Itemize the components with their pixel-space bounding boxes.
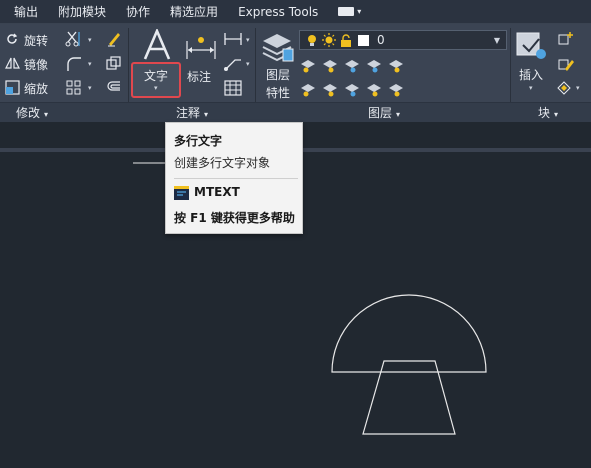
create-block-icon[interactable]: [556, 30, 576, 48]
chevron-down-icon[interactable]: ▾: [529, 84, 533, 92]
chevron-down-icon[interactable]: ▾: [88, 60, 92, 68]
mirror-icon[interactable]: [4, 55, 20, 71]
chevron-down-icon: ▾: [44, 110, 49, 119]
layer-color-swatch: [358, 34, 369, 46]
chevron-down-icon: ▾: [396, 110, 401, 119]
menu-express-tools[interactable]: Express Tools: [228, 0, 328, 24]
modify-panel-title[interactable]: 修改 ▾: [16, 103, 48, 123]
text-button[interactable]: 文字 ▾: [131, 62, 181, 98]
array-icon[interactable]: [64, 79, 84, 97]
annotation-panel-title[interactable]: 注释 ▾: [176, 103, 208, 123]
chevron-down-icon[interactable]: ▾: [88, 36, 92, 44]
linear-dim-icon[interactable]: [222, 30, 244, 48]
rotate-button[interactable]: 旋转: [24, 32, 48, 49]
fillet-icon[interactable]: [64, 55, 84, 73]
chevron-down-icon[interactable]: ▾: [246, 60, 250, 68]
dimension-icon[interactable]: [184, 34, 218, 64]
offset-icon[interactable]: [104, 79, 124, 97]
tooltip-title: 多行文字: [174, 134, 223, 148]
scale-button[interactable]: 缩放: [24, 80, 48, 97]
chevron-down-icon: ▾: [554, 110, 559, 119]
menu-bar: 输出 附加模块 协作 精选应用 Express Tools ▾: [0, 0, 591, 24]
chevron-down-icon: ▼: [493, 35, 500, 45]
chevron-down-icon: ▾: [204, 110, 209, 119]
workspace-switcher[interactable]: ▾: [328, 7, 371, 16]
menu-collaborate[interactable]: 协作: [116, 0, 160, 24]
layer-properties-label-1[interactable]: 图层: [266, 66, 290, 83]
tooltip-command: MTEXT: [194, 185, 240, 199]
layer-dropdown[interactable]: 0 ▼: [299, 30, 507, 50]
sun-icon: [322, 33, 336, 47]
text-tooltip: 多行文字 创建多行文字对象 MTEXT 按 F1 键获得更多帮助: [165, 122, 303, 234]
lightbulb-icon: [308, 34, 316, 46]
block-panel-title[interactable]: 块 ▾: [538, 103, 558, 123]
dimension-button[interactable]: 标注: [187, 68, 211, 85]
erase-icon[interactable]: [104, 30, 124, 48]
text-button-label: 文字: [144, 69, 169, 83]
menu-featured-apps[interactable]: 精选应用: [160, 0, 228, 24]
scale-icon[interactable]: [4, 79, 20, 95]
tooltip-divider: [174, 178, 298, 179]
block-attribute-icon[interactable]: [554, 79, 574, 97]
tooltip-description: 创建多行文字对象: [174, 156, 271, 170]
copy-icon[interactable]: [104, 55, 124, 73]
current-layer-name: 0: [377, 33, 385, 47]
menu-addins[interactable]: 附加模块: [48, 0, 116, 24]
layers-panel-title[interactable]: 图层 ▾: [368, 103, 400, 123]
table-icon[interactable]: [222, 79, 244, 97]
layer-tools-row-1: [301, 56, 421, 74]
lock-icon: [341, 33, 351, 47]
insert-button[interactable]: 插入: [519, 66, 543, 83]
leader-icon[interactable]: [222, 55, 244, 73]
layer-tools-row-2: [301, 80, 421, 98]
rotate-icon[interactable]: [4, 31, 20, 47]
chevron-down-icon[interactable]: ▾: [246, 36, 250, 44]
edit-block-icon[interactable]: [556, 55, 576, 73]
ribbon-panel-labels: 修改 ▾ 注释 ▾ 图层 ▾ 块 ▾: [0, 102, 591, 122]
chevron-down-icon[interactable]: ▾: [88, 84, 92, 92]
mtext-command-icon: [174, 186, 189, 200]
layer-properties-label-2[interactable]: 特性: [266, 84, 290, 101]
workspace-icon: [338, 7, 355, 16]
mirror-button[interactable]: 镜像: [24, 56, 48, 73]
chevron-down-icon: ▾: [357, 7, 362, 16]
text-icon: [140, 28, 174, 62]
chevron-down-icon: ▾: [154, 84, 158, 92]
layer-properties-icon[interactable]: [260, 30, 296, 64]
insert-block-icon[interactable]: [514, 30, 548, 62]
tooltip-help: 按 F1 键获得更多帮助: [174, 211, 295, 225]
trim-icon[interactable]: [64, 30, 84, 48]
chevron-down-icon[interactable]: ▾: [576, 84, 580, 92]
menu-output[interactable]: 输出: [0, 0, 48, 24]
